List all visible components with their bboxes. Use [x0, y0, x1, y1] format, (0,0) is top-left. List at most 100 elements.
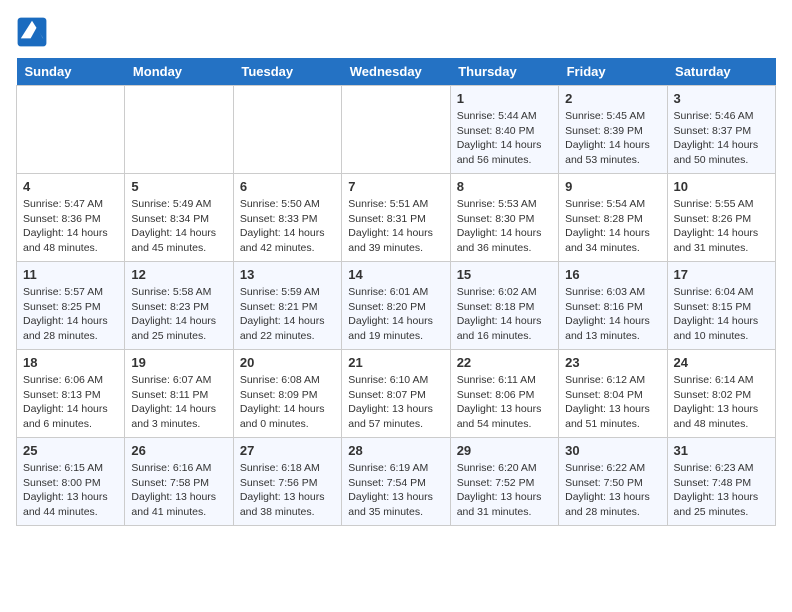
day-info: Sunrise: 5:50 AM Sunset: 8:33 PM Dayligh…: [240, 197, 335, 256]
day-info: Sunrise: 5:55 AM Sunset: 8:26 PM Dayligh…: [674, 197, 769, 256]
calendar-week-4: 18 Sunrise: 6:06 AM Sunset: 8:13 PM Dayli…: [17, 350, 776, 438]
calendar-cell: 24 Sunrise: 6:14 AM Sunset: 8:02 PM Dayli…: [667, 350, 775, 438]
day-info: Sunrise: 6:22 AM Sunset: 7:50 PM Dayligh…: [565, 461, 660, 520]
calendar-cell: 22 Sunrise: 6:11 AM Sunset: 8:06 PM Dayli…: [450, 350, 558, 438]
column-header-friday: Friday: [559, 58, 667, 86]
day-number: 3: [674, 91, 769, 106]
calendar-week-1: 1Sunrise: 5:44 AM Sunset: 8:40 PM Daylig…: [17, 86, 776, 174]
day-number: 31: [674, 443, 769, 458]
day-info: Sunrise: 5:57 AM Sunset: 8:25 PM Dayligh…: [23, 285, 118, 344]
day-info: Sunrise: 5:58 AM Sunset: 8:23 PM Dayligh…: [131, 285, 226, 344]
day-info: Sunrise: 6:07 AM Sunset: 8:11 PM Dayligh…: [131, 373, 226, 432]
day-info: Sunrise: 6:15 AM Sunset: 8:00 PM Dayligh…: [23, 461, 118, 520]
calendar-cell: [125, 86, 233, 174]
calendar-cell: 14 Sunrise: 6:01 AM Sunset: 8:20 PM Dayli…: [342, 262, 450, 350]
calendar-cell: 13 Sunrise: 5:59 AM Sunset: 8:21 PM Dayli…: [233, 262, 341, 350]
day-number: 5: [131, 179, 226, 194]
day-info: Sunrise: 6:01 AM Sunset: 8:20 PM Dayligh…: [348, 285, 443, 344]
calendar-cell: 1Sunrise: 5:44 AM Sunset: 8:40 PM Daylig…: [450, 86, 558, 174]
day-info: Sunrise: 5:46 AM Sunset: 8:37 PM Dayligh…: [674, 109, 769, 168]
calendar-cell: 7 Sunrise: 5:51 AM Sunset: 8:31 PM Daylig…: [342, 174, 450, 262]
calendar-cell: 6 Sunrise: 5:50 AM Sunset: 8:33 PM Daylig…: [233, 174, 341, 262]
calendar-cell: 8Sunrise: 5:53 AM Sunset: 8:30 PM Daylig…: [450, 174, 558, 262]
day-info: Sunrise: 6:11 AM Sunset: 8:06 PM Dayligh…: [457, 373, 552, 432]
calendar-cell: 12 Sunrise: 5:58 AM Sunset: 8:23 PM Dayli…: [125, 262, 233, 350]
day-info: Sunrise: 6:06 AM Sunset: 8:13 PM Dayligh…: [23, 373, 118, 432]
day-number: 17: [674, 267, 769, 282]
column-header-wednesday: Wednesday: [342, 58, 450, 86]
calendar-cell: 18 Sunrise: 6:06 AM Sunset: 8:13 PM Dayli…: [17, 350, 125, 438]
day-info: Sunrise: 6:23 AM Sunset: 7:48 PM Dayligh…: [674, 461, 769, 520]
column-header-sunday: Sunday: [17, 58, 125, 86]
calendar-cell: 15 Sunrise: 6:02 AM Sunset: 8:18 PM Dayli…: [450, 262, 558, 350]
calendar-body: 1Sunrise: 5:44 AM Sunset: 8:40 PM Daylig…: [17, 86, 776, 526]
calendar-cell: 9 Sunrise: 5:54 AM Sunset: 8:28 PM Daylig…: [559, 174, 667, 262]
day-info: Sunrise: 5:44 AM Sunset: 8:40 PM Dayligh…: [457, 109, 552, 168]
day-number: 12: [131, 267, 226, 282]
day-number: 10: [674, 179, 769, 194]
day-number: 9: [565, 179, 660, 194]
day-number: 6: [240, 179, 335, 194]
day-number: 27: [240, 443, 335, 458]
day-number: 29: [457, 443, 552, 458]
calendar-cell: 20 Sunrise: 6:08 AM Sunset: 8:09 PM Dayli…: [233, 350, 341, 438]
column-header-thursday: Thursday: [450, 58, 558, 86]
column-header-tuesday: Tuesday: [233, 58, 341, 86]
calendar-cell: 27 Sunrise: 6:18 AM Sunset: 7:56 PM Dayli…: [233, 438, 341, 526]
day-info: Sunrise: 5:47 AM Sunset: 8:36 PM Dayligh…: [23, 197, 118, 256]
calendar-week-2: 4 Sunrise: 5:47 AM Sunset: 8:36 PM Daylig…: [17, 174, 776, 262]
day-number: 11: [23, 267, 118, 282]
day-info: Sunrise: 6:10 AM Sunset: 8:07 PM Dayligh…: [348, 373, 443, 432]
day-number: 14: [348, 267, 443, 282]
calendar-week-3: 11 Sunrise: 5:57 AM Sunset: 8:25 PM Dayli…: [17, 262, 776, 350]
day-number: 22: [457, 355, 552, 370]
day-info: Sunrise: 5:49 AM Sunset: 8:34 PM Dayligh…: [131, 197, 226, 256]
calendar-cell: 16Sunrise: 6:03 AM Sunset: 8:16 PM Dayli…: [559, 262, 667, 350]
day-number: 7: [348, 179, 443, 194]
day-number: 18: [23, 355, 118, 370]
calendar-cell: 10 Sunrise: 5:55 AM Sunset: 8:26 PM Dayli…: [667, 174, 775, 262]
calendar-cell: 19 Sunrise: 6:07 AM Sunset: 8:11 PM Dayli…: [125, 350, 233, 438]
day-info: Sunrise: 5:51 AM Sunset: 8:31 PM Dayligh…: [348, 197, 443, 256]
day-info: Sunrise: 6:08 AM Sunset: 8:09 PM Dayligh…: [240, 373, 335, 432]
day-number: 13: [240, 267, 335, 282]
calendar-table: SundayMondayTuesdayWednesdayThursdayFrid…: [16, 58, 776, 526]
day-number: 19: [131, 355, 226, 370]
calendar-cell: 25 Sunrise: 6:15 AM Sunset: 8:00 PM Dayli…: [17, 438, 125, 526]
calendar-cell: 4 Sunrise: 5:47 AM Sunset: 8:36 PM Daylig…: [17, 174, 125, 262]
day-info: Sunrise: 6:14 AM Sunset: 8:02 PM Dayligh…: [674, 373, 769, 432]
day-info: Sunrise: 6:19 AM Sunset: 7:54 PM Dayligh…: [348, 461, 443, 520]
calendar-cell: [17, 86, 125, 174]
calendar-week-5: 25 Sunrise: 6:15 AM Sunset: 8:00 PM Dayli…: [17, 438, 776, 526]
day-number: 24: [674, 355, 769, 370]
calendar-cell: [233, 86, 341, 174]
calendar-cell: 2Sunrise: 5:45 AM Sunset: 8:39 PM Daylig…: [559, 86, 667, 174]
day-info: Sunrise: 6:02 AM Sunset: 8:18 PM Dayligh…: [457, 285, 552, 344]
day-info: Sunrise: 6:18 AM Sunset: 7:56 PM Dayligh…: [240, 461, 335, 520]
calendar-cell: 21 Sunrise: 6:10 AM Sunset: 8:07 PM Dayli…: [342, 350, 450, 438]
day-number: 21: [348, 355, 443, 370]
day-number: 4: [23, 179, 118, 194]
calendar-header: SundayMondayTuesdayWednesdayThursdayFrid…: [17, 58, 776, 86]
logo-icon: [16, 16, 48, 48]
page-header: [16, 16, 776, 48]
day-info: Sunrise: 5:59 AM Sunset: 8:21 PM Dayligh…: [240, 285, 335, 344]
calendar-cell: 17 Sunrise: 6:04 AM Sunset: 8:15 PM Dayli…: [667, 262, 775, 350]
calendar-cell: 30Sunrise: 6:22 AM Sunset: 7:50 PM Dayli…: [559, 438, 667, 526]
calendar-cell: 3 Sunrise: 5:46 AM Sunset: 8:37 PM Daylig…: [667, 86, 775, 174]
day-number: 25: [23, 443, 118, 458]
calendar-cell: 31 Sunrise: 6:23 AM Sunset: 7:48 PM Dayli…: [667, 438, 775, 526]
day-number: 16: [565, 267, 660, 282]
column-header-monday: Monday: [125, 58, 233, 86]
day-number: 28: [348, 443, 443, 458]
day-number: 15: [457, 267, 552, 282]
day-number: 26: [131, 443, 226, 458]
calendar-cell: 5 Sunrise: 5:49 AM Sunset: 8:34 PM Daylig…: [125, 174, 233, 262]
day-info: Sunrise: 6:04 AM Sunset: 8:15 PM Dayligh…: [674, 285, 769, 344]
day-number: 8: [457, 179, 552, 194]
day-number: 20: [240, 355, 335, 370]
day-info: Sunrise: 6:16 AM Sunset: 7:58 PM Dayligh…: [131, 461, 226, 520]
day-info: Sunrise: 5:54 AM Sunset: 8:28 PM Dayligh…: [565, 197, 660, 256]
day-number: 23: [565, 355, 660, 370]
day-info: Sunrise: 5:45 AM Sunset: 8:39 PM Dayligh…: [565, 109, 660, 168]
